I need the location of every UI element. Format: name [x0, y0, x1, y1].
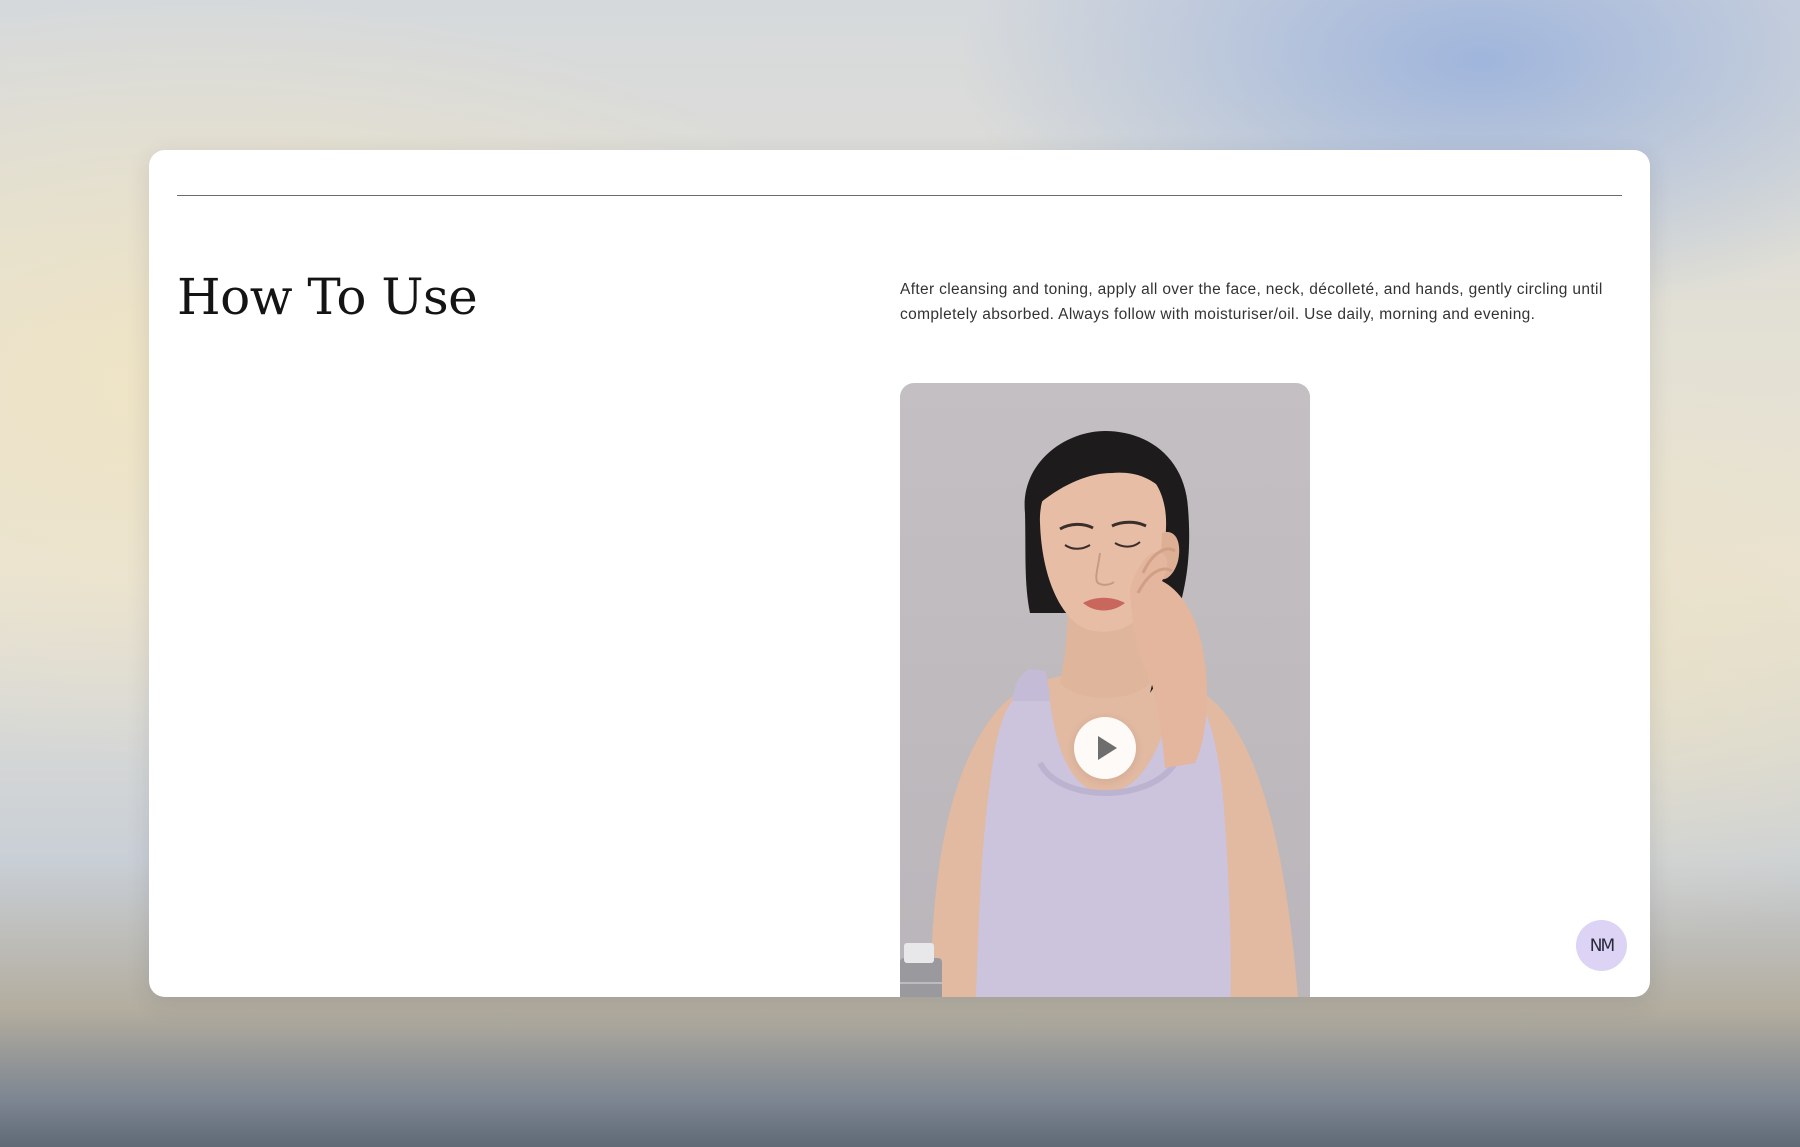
- brand-badge[interactable]: NM: [1576, 920, 1627, 971]
- play-icon: [1098, 736, 1117, 760]
- how-to-video[interactable]: [900, 383, 1310, 997]
- how-to-use-card: How To Use After cleansing and toning, a…: [149, 150, 1650, 997]
- video-thumbnail: [900, 431, 1298, 997]
- section-title: How To Use: [177, 268, 478, 326]
- section-divider: [177, 195, 1622, 196]
- usage-instructions: After cleansing and toning, apply all ov…: [900, 281, 1603, 323]
- play-button[interactable]: [1074, 717, 1136, 779]
- brand-monogram: NM: [1589, 935, 1615, 956]
